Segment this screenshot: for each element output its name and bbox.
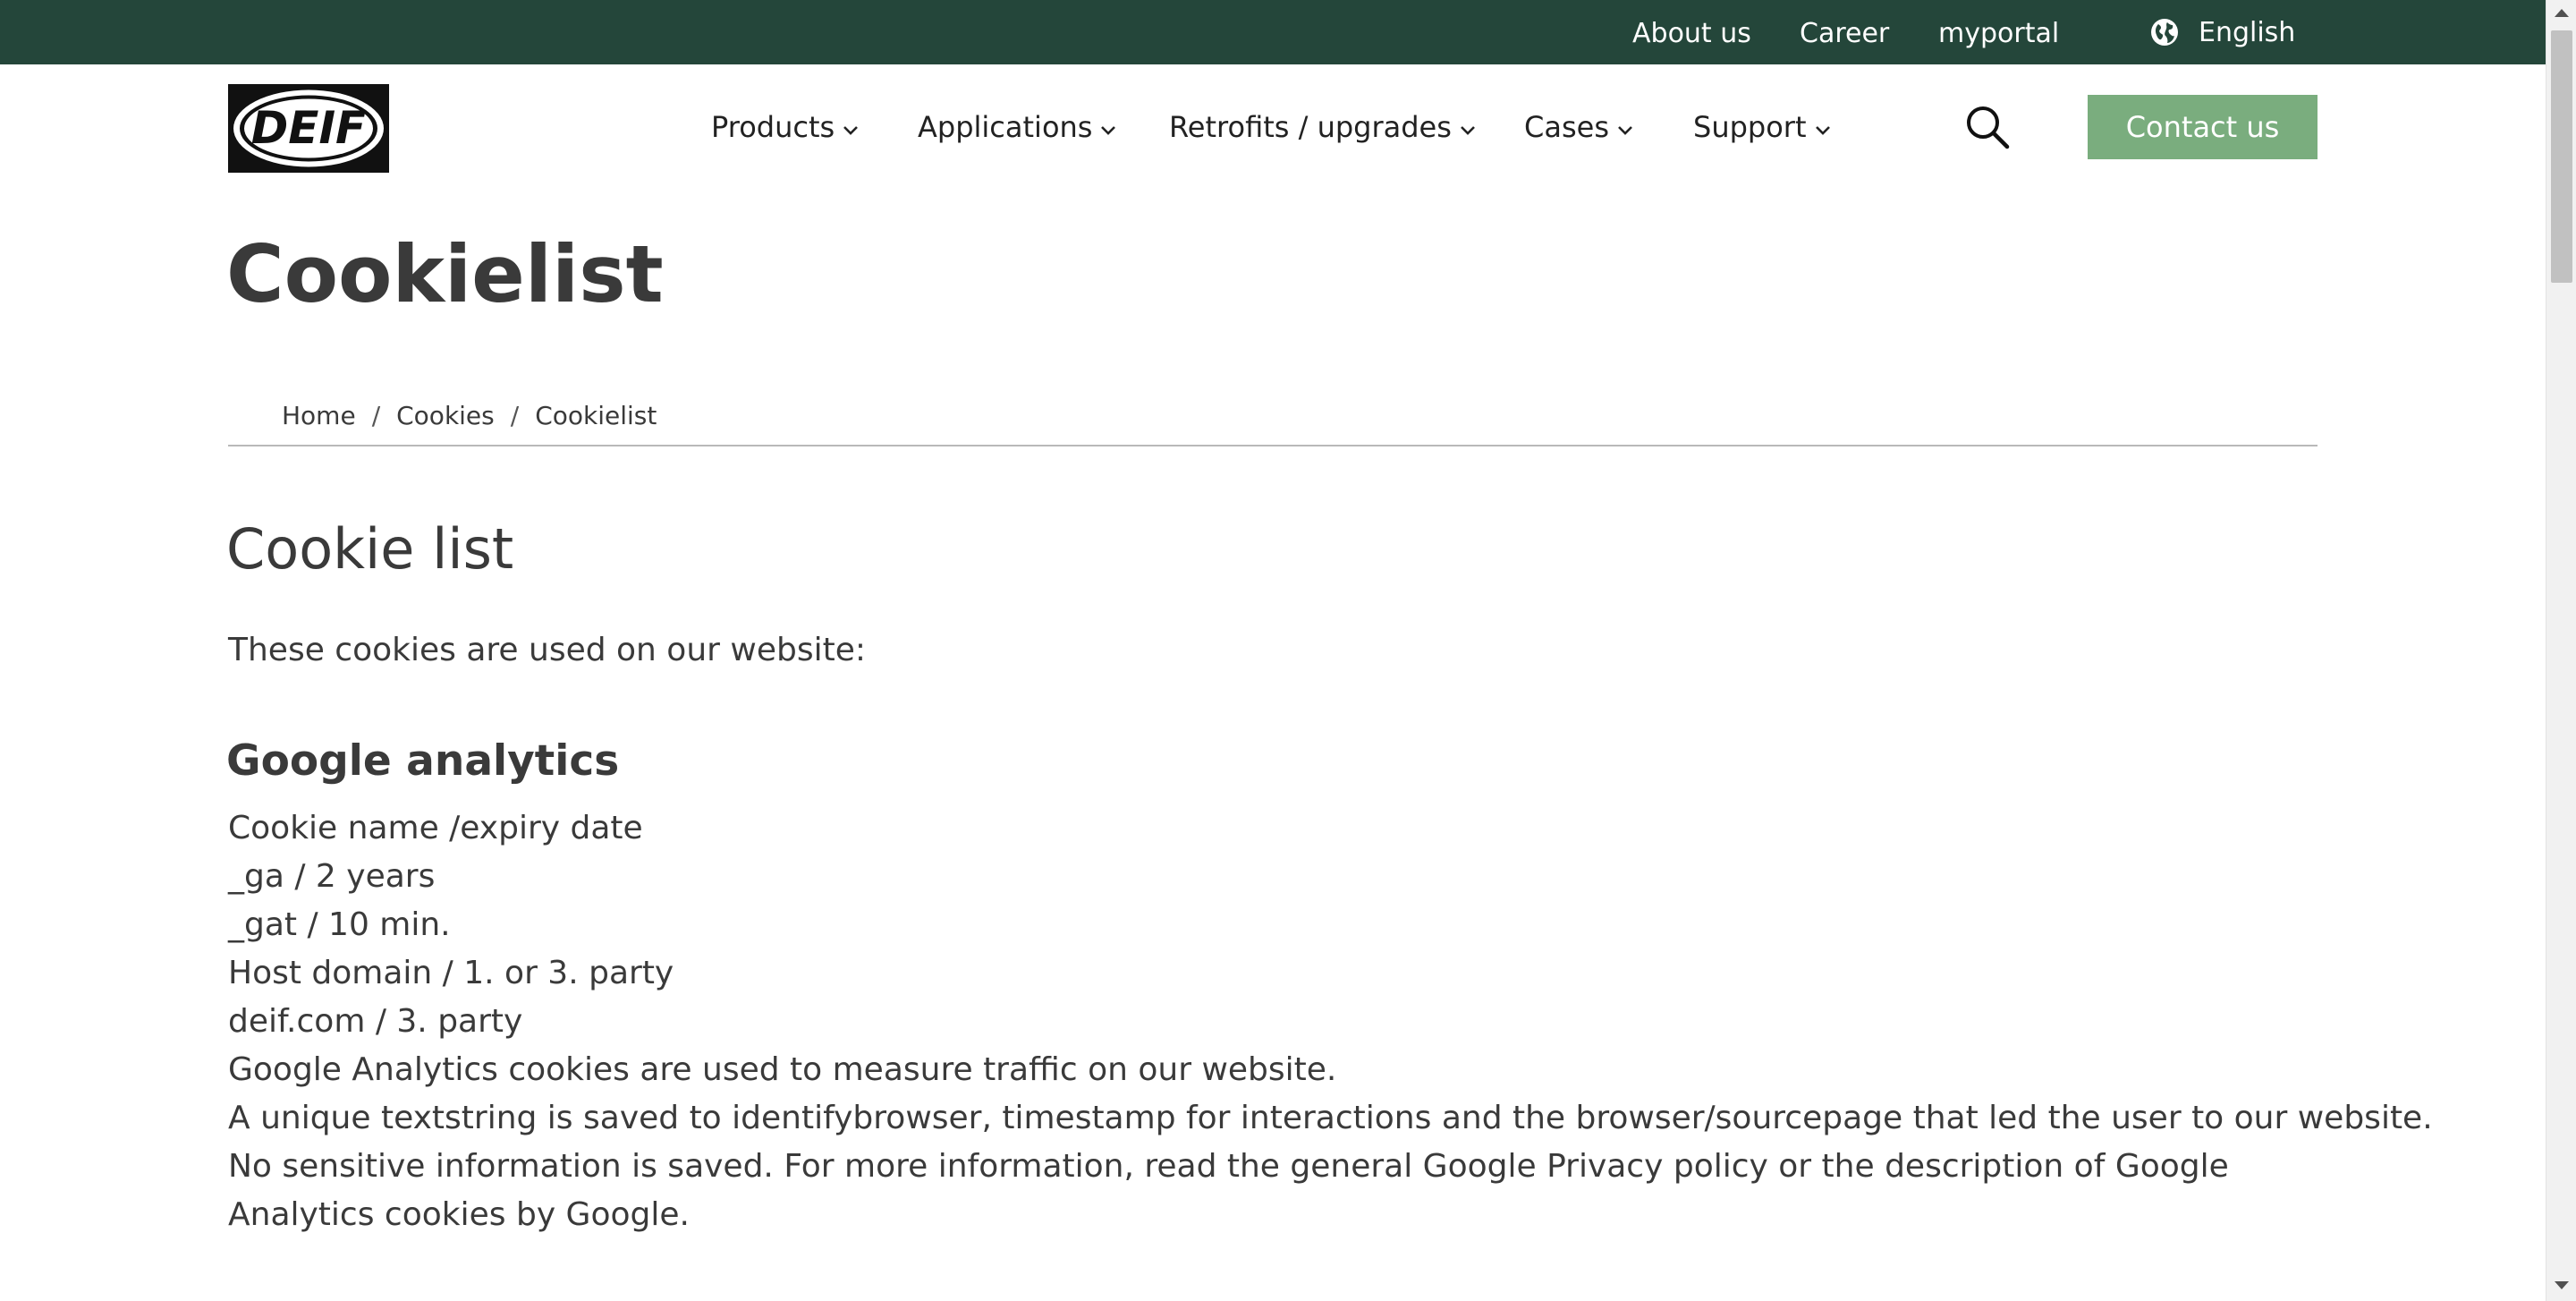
page: About us Career myportal English DEIF Pr… xyxy=(0,0,2576,1301)
nav-support[interactable]: Support xyxy=(1693,106,1832,149)
cookie-line: Cookie name /expiry date xyxy=(228,810,643,846)
breadcrumb-home[interactable]: Home xyxy=(282,401,356,430)
myportal-link[interactable]: myportal xyxy=(1938,0,2059,64)
deif-logo[interactable]: DEIF xyxy=(228,84,389,173)
nav-applications[interactable]: Applications xyxy=(918,106,1117,149)
intro-text: These cookies are used on our website: xyxy=(228,632,866,668)
breadcrumb-separator: / xyxy=(510,400,520,430)
search-icon xyxy=(1964,106,2011,154)
top-utility-bar: About us Career myportal English xyxy=(0,0,2546,64)
nav-cases-label: Cases xyxy=(1524,110,1609,144)
chevron-down-icon xyxy=(1616,110,1634,144)
language-label: English xyxy=(2199,16,2296,48)
chevron-down-icon xyxy=(1459,110,1477,144)
career-link[interactable]: Career xyxy=(1800,0,1889,64)
nav-cases[interactable]: Cases xyxy=(1524,106,1634,149)
contact-us-button[interactable]: Contact us xyxy=(2088,95,2318,159)
cookie-line: _ga / 2 years xyxy=(228,858,436,895)
about-us-link[interactable]: About us xyxy=(1632,0,1751,64)
breadcrumb-cookielist[interactable]: Cookielist xyxy=(535,401,657,430)
chevron-down-icon xyxy=(1099,110,1117,144)
scroll-up-arrow-icon[interactable] xyxy=(2555,9,2569,17)
main-header: DEIF Products Applications Retrofits / u… xyxy=(0,64,2546,190)
cookie-line: _gat / 10 min. xyxy=(228,906,451,943)
breadcrumb-cookies[interactable]: Cookies xyxy=(396,401,495,430)
svg-text:DEIF: DEIF xyxy=(251,102,366,154)
nav-retrofits-label: Retrofits / upgrades xyxy=(1169,110,1452,144)
language-selector[interactable]: English xyxy=(2150,0,2295,64)
scrollbar-thumb[interactable] xyxy=(2551,30,2572,283)
page-title: Cookielist xyxy=(226,228,664,320)
google-analytics-details: Cookie name /expiry date _ga / 2 years _… xyxy=(228,804,2433,1239)
cookie-line: Google Analytics cookies are used to mea… xyxy=(228,1051,1337,1088)
cookie-line: A unique textstring is saved to identify… xyxy=(228,1100,2433,1136)
chevron-down-icon xyxy=(842,110,860,144)
breadcrumb-divider xyxy=(228,445,2318,446)
scroll-down-arrow-icon[interactable] xyxy=(2555,1281,2569,1289)
cookie-line: No sensitive information is saved. For m… xyxy=(228,1148,2229,1233)
vertical-scrollbar[interactable] xyxy=(2546,0,2576,1301)
nav-support-label: Support xyxy=(1693,110,1807,144)
search-button[interactable] xyxy=(1964,104,2011,150)
nav-applications-label: Applications xyxy=(918,110,1093,144)
nav-retrofits-upgrades[interactable]: Retrofits / upgrades xyxy=(1169,106,1477,149)
cookie-line: Host domain / 1. or 3. party xyxy=(228,955,674,991)
section-title: Cookie list xyxy=(226,516,514,582)
breadcrumb: Home / Cookies / Cookielist xyxy=(282,395,657,435)
chevron-down-icon xyxy=(1814,110,1832,144)
google-analytics-heading: Google analytics xyxy=(226,736,620,786)
breadcrumb-separator: / xyxy=(371,400,381,430)
nav-products[interactable]: Products xyxy=(711,106,860,149)
globe-icon xyxy=(2150,18,2179,47)
nav-products-label: Products xyxy=(711,110,835,144)
cookie-line: deif.com / 3. party xyxy=(228,1003,523,1040)
